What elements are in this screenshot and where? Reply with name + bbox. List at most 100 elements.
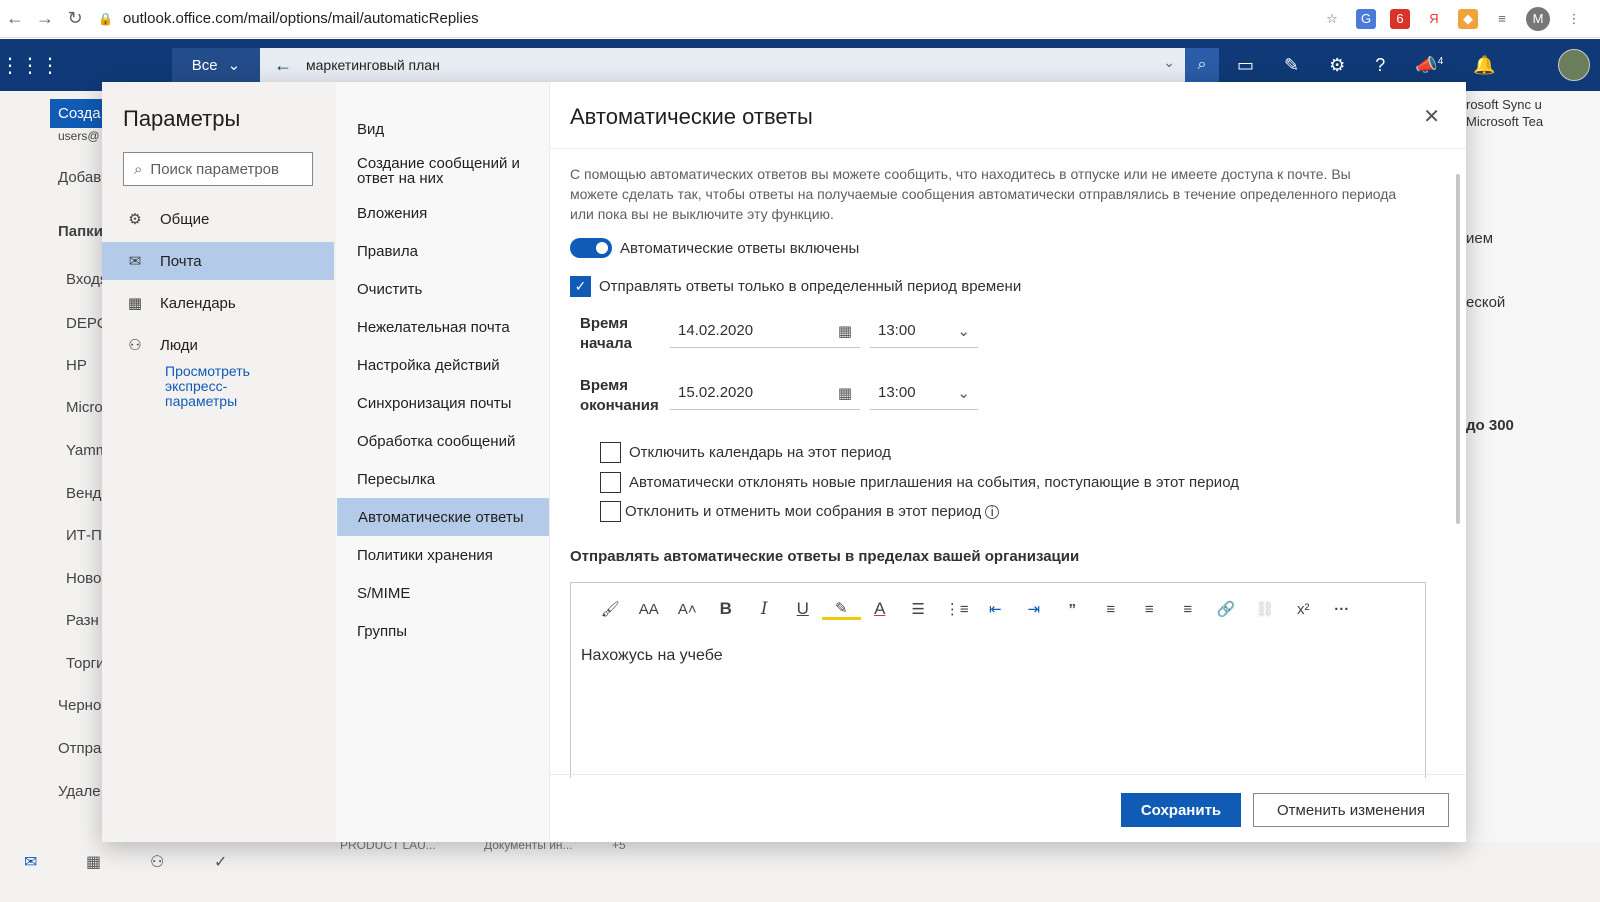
bg-text: ием xyxy=(1466,230,1494,247)
extensions: ☆ G 6 Я ◆ ≡ M ⋮ xyxy=(1322,6,1584,31)
mail-menu-item[interactable]: Группы xyxy=(336,612,549,650)
auto-replies-toggle[interactable] xyxy=(570,238,612,258)
note-icon[interactable]: ✎ xyxy=(1284,55,1299,76)
mail-menu-item[interactable]: Вид xyxy=(336,110,549,148)
calendar-icon[interactable]: ▦ xyxy=(838,322,852,340)
search-input[interactable]: ← маркетинговый план ⌄ xyxy=(260,48,1185,82)
superscript-icon[interactable]: x² xyxy=(1284,601,1323,618)
help-icon[interactable]: ? xyxy=(1375,55,1385,76)
font-icon[interactable]: AA xyxy=(630,601,669,618)
reload-icon[interactable]: ↻ xyxy=(60,8,90,29)
category-label: Календарь xyxy=(160,294,236,312)
search-button[interactable]: ⌕ xyxy=(1185,48,1219,82)
back-arrow-icon[interactable]: ← xyxy=(260,55,306,76)
format-painter-icon[interactable]: 🖌 xyxy=(591,600,630,618)
mail-menu-item[interactable]: Нежелательная почта xyxy=(336,308,549,346)
quote-icon[interactable]: ” xyxy=(1053,601,1092,618)
profile-avatar[interactable]: M xyxy=(1526,6,1550,31)
outdent-icon[interactable]: ⇤ xyxy=(976,600,1015,618)
calendar-icon[interactable]: ▦ xyxy=(86,852,101,872)
mail-menu-item[interactable]: Вложения xyxy=(336,194,549,232)
unlink-icon[interactable]: ⛓ xyxy=(1246,600,1285,618)
mail-menu-item[interactable]: S/MIME xyxy=(336,574,549,612)
scrollbar[interactable] xyxy=(1456,174,1460,524)
translate-icon[interactable]: G xyxy=(1356,8,1376,29)
font-color-icon[interactable]: A xyxy=(861,599,900,619)
app-launcher-icon[interactable]: ⋮⋮⋮ xyxy=(0,53,60,78)
mail-menu-item[interactable]: Настройка действий xyxy=(336,346,549,384)
calendar-icon[interactable]: ▦ xyxy=(838,384,852,402)
align-left-icon[interactable]: ≡ xyxy=(1092,601,1131,618)
intro-text: С помощью автоматических ответов вы може… xyxy=(570,166,1397,222)
mail-icon: ✉ xyxy=(128,253,142,270)
mail-menu-item[interactable]: Очистить xyxy=(336,270,549,308)
italic-icon[interactable]: I xyxy=(745,599,784,619)
megaphone-icon[interactable]: 📣4 xyxy=(1415,55,1443,76)
underline-icon[interactable]: U xyxy=(784,599,823,619)
extension-icon[interactable]: ◆ xyxy=(1458,8,1478,29)
settings-search-input[interactable]: ⌕ Поиск параметров xyxy=(123,152,313,186)
mail-menu-item[interactable]: Правила xyxy=(336,232,549,270)
block-calendar-checkbox[interactable] xyxy=(600,442,621,463)
discard-button[interactable]: Отменить изменения xyxy=(1253,793,1449,827)
save-button[interactable]: Сохранить xyxy=(1121,793,1241,827)
divider xyxy=(550,148,1466,149)
category-mail[interactable]: ✉ Почта xyxy=(102,242,334,280)
category-calendar[interactable]: ▦ Календарь xyxy=(102,284,336,322)
start-date-field[interactable]: 14.02.2020 ▦ xyxy=(670,314,860,348)
font-size-icon[interactable]: A˄ xyxy=(668,601,707,618)
end-date-field[interactable]: 15.02.2020 ▦ xyxy=(670,376,860,410)
bell-icon[interactable]: 🔔 xyxy=(1473,55,1495,76)
bg-folder-item: Добав xyxy=(58,169,102,186)
yandex-icon[interactable]: Я xyxy=(1424,9,1444,29)
mail-menu-item[interactable]: Автоматические ответы xyxy=(337,498,549,536)
extension-badge-icon[interactable]: 6 xyxy=(1390,8,1410,29)
category-people[interactable]: ⚇ Люди xyxy=(102,326,336,364)
period-checkbox[interactable]: ✓ xyxy=(570,276,591,297)
align-right-icon[interactable]: ≡ xyxy=(1169,601,1208,618)
decline-invites-checkbox[interactable] xyxy=(600,472,621,493)
menu-dots-icon[interactable]: ⋮ xyxy=(1564,9,1584,29)
mail-menu-item[interactable]: Политики хранения xyxy=(336,536,549,574)
search-scope-dropdown[interactable]: Все ⌄ xyxy=(172,48,260,82)
address-bar[interactable]: 🔒 outlook.office.com/mail/options/mail/a… xyxy=(98,4,1322,34)
lock-icon: 🔒 xyxy=(98,11,113,26)
media-icon[interactable]: ≡ xyxy=(1492,9,1512,29)
category-general[interactable]: ⚙ Общие xyxy=(102,200,336,238)
align-center-icon[interactable]: ≡ xyxy=(1130,601,1169,618)
link-icon[interactable]: 🔗 xyxy=(1207,600,1246,618)
chevron-down-icon[interactable]: ⌄ xyxy=(1163,54,1175,71)
numbering-icon[interactable]: ⋮≡ xyxy=(938,600,977,618)
forward-arrow-icon[interactable]: → xyxy=(30,8,60,29)
mail-menu-item[interactable]: Синхронизация почты xyxy=(336,384,549,422)
close-icon[interactable]: ✕ xyxy=(1423,104,1440,129)
more-icon[interactable]: ··· xyxy=(1323,601,1362,618)
mail-menu-item[interactable]: Создание сообщений и ответ на них xyxy=(336,148,549,194)
bold-icon[interactable]: B xyxy=(707,599,746,619)
star-icon[interactable]: ☆ xyxy=(1322,9,1342,29)
settings-dialog: Параметры ⌕ Поиск параметров ⚙ Общие ✉ П… xyxy=(102,82,1466,842)
user-avatar[interactable] xyxy=(1558,49,1590,81)
cancel-meetings-checkbox[interactable] xyxy=(600,501,621,522)
back-arrow-icon[interactable]: ← xyxy=(0,8,30,29)
highlight-icon[interactable]: ✎ xyxy=(822,599,861,620)
end-time-dropdown[interactable]: 13:00 ⌄ xyxy=(870,376,978,410)
mail-menu-item[interactable]: Обработка сообщений xyxy=(336,422,549,460)
info-icon[interactable]: i xyxy=(985,504,1000,519)
quick-settings-link[interactable]: Просмотреть экспресс-параметры xyxy=(165,364,275,409)
toggle-label: Автоматические ответы включены xyxy=(620,239,860,257)
reply-message[interactable]: Нахожусь на учебе xyxy=(571,635,1425,677)
indent-icon[interactable]: ⇥ xyxy=(1015,600,1054,618)
people-icon[interactable]: ⚇ xyxy=(150,852,164,872)
mail-menu-item[interactable]: Пересылка xyxy=(336,460,549,498)
bullets-icon[interactable]: ☰ xyxy=(899,600,938,618)
reply-editor[interactable]: 🖌 AA A˄ B I U ✎ A ☰ ⋮≡ ⇤ ⇥ ” ≡ ≡ ≡ 🔗 ⛓ x… xyxy=(570,582,1426,778)
start-time-dropdown[interactable]: 13:00 ⌄ xyxy=(870,314,978,348)
checkmark-icon: ✓ xyxy=(574,278,587,294)
mail-icon[interactable]: ✉ xyxy=(24,852,37,872)
gear-icon[interactable]: ⚙ xyxy=(1329,55,1345,76)
chat-icon[interactable]: ▭ xyxy=(1237,55,1254,76)
tasks-icon[interactable]: ✓ xyxy=(214,852,227,872)
chevron-down-icon: ⌄ xyxy=(227,57,241,74)
panel-title: Автоматические ответы xyxy=(570,104,813,129)
